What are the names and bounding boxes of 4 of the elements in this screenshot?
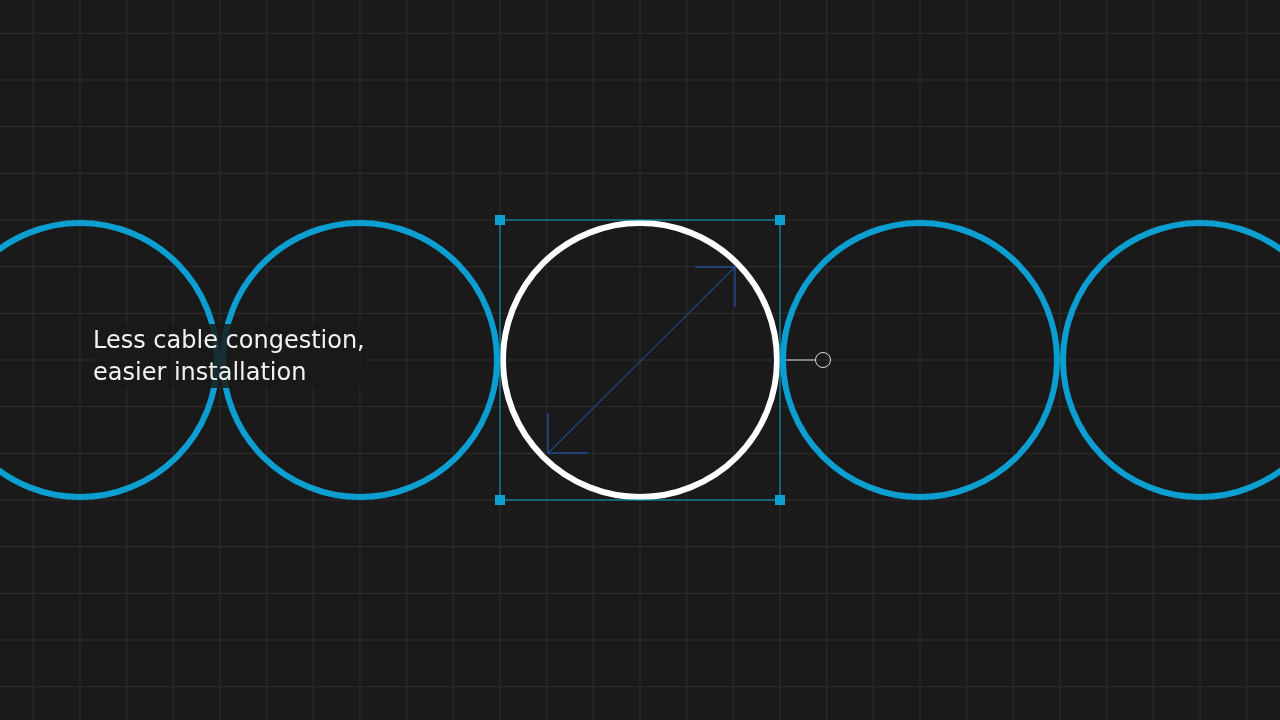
caption-text: Less cable congestion, easier installation — [93, 324, 365, 388]
ring-shape[interactable] — [780, 220, 1060, 500]
ring-shape[interactable] — [1060, 220, 1280, 500]
anchor-point-icon[interactable] — [815, 352, 831, 368]
